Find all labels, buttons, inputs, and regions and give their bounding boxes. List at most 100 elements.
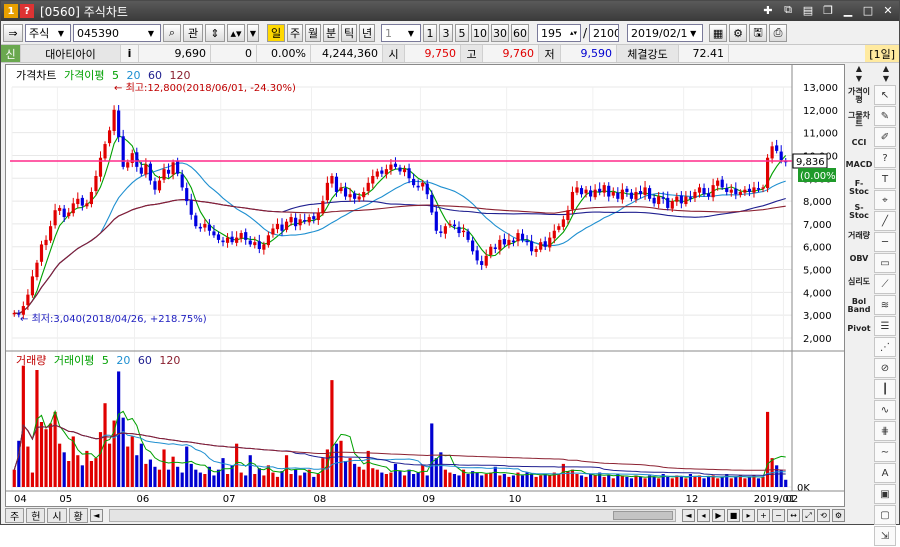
- minimize-icon[interactable]: ▁: [841, 3, 855, 17]
- help-tool-icon[interactable]: ?: [874, 148, 896, 168]
- trendline-icon[interactable]: ╱: [874, 211, 896, 231]
- indicator-ma[interactable]: 가격이평: [847, 84, 871, 108]
- nav-prev-icon[interactable]: ◂: [697, 509, 710, 522]
- candle-body: [148, 163, 152, 181]
- hline-icon[interactable]: ─: [874, 232, 896, 252]
- tab-1[interactable]: 주: [5, 508, 25, 523]
- close-icon[interactable]: ✕: [881, 3, 895, 17]
- help-icon[interactable]: ?: [20, 4, 34, 18]
- fit-icon[interactable]: ↔: [787, 509, 800, 522]
- nav-first-icon[interactable]: ◄: [682, 509, 695, 522]
- indicator-cci[interactable]: CCI: [847, 132, 871, 154]
- save-icon[interactable]: 🖫: [749, 24, 768, 42]
- interval-1-button[interactable]: 1: [423, 24, 437, 42]
- marker-icon[interactable]: ⌖: [874, 190, 896, 210]
- channel-icon[interactable]: ≋: [874, 295, 896, 315]
- nav-next-icon[interactable]: ▸: [742, 509, 755, 522]
- tab-2[interactable]: 헌: [26, 508, 46, 523]
- chart-area[interactable]: 13,00012,00011,00010,0009,0008,0007,0006…: [5, 64, 845, 507]
- screen-icon[interactable]: ▢: [874, 505, 896, 525]
- period-week-button[interactable]: 주: [287, 24, 303, 42]
- market-select[interactable]: 주식 ▼: [25, 24, 71, 42]
- grid-icon[interactable]: ▦: [709, 24, 728, 42]
- interval-3-button[interactable]: 3: [439, 24, 453, 42]
- chart-canvas[interactable]: 13,00012,00011,00010,0009,0008,0007,0006…: [6, 65, 844, 506]
- text-tool-icon[interactable]: T: [874, 169, 896, 189]
- tab-3[interactable]: 시: [47, 508, 67, 523]
- link-icon[interactable]: ⧉: [781, 3, 795, 17]
- ray-icon[interactable]: ⟋: [874, 274, 896, 294]
- horizontal-scrollbar[interactable]: [108, 509, 676, 522]
- interval-5-button[interactable]: 5: [455, 24, 469, 42]
- code-related-button[interactable]: 관: [183, 24, 203, 42]
- interval-30-button[interactable]: 30: [491, 24, 509, 42]
- transfer-icon[interactable]: ⇒: [3, 24, 23, 42]
- indicator-volume[interactable]: 거래량: [847, 224, 871, 248]
- scroll-left-icon[interactable]: ◄: [89, 509, 103, 522]
- copy-icon[interactable]: ❐: [821, 3, 835, 17]
- candle-tool-icon[interactable]: ┃: [874, 379, 896, 399]
- settings-icon[interactable]: ▤: [801, 3, 815, 17]
- scrollbar-thumb[interactable]: [613, 511, 673, 520]
- code-input[interactable]: 045390 ▼: [73, 24, 161, 42]
- gann-icon[interactable]: ⊘: [874, 358, 896, 378]
- export-icon[interactable]: ⇲: [874, 526, 896, 546]
- compare-icon[interactable]: ⇕: [205, 24, 225, 42]
- nav-play-icon[interactable]: ▶: [712, 509, 725, 522]
- bottom-settings-icon[interactable]: ⚙: [832, 509, 845, 522]
- period-month-button[interactable]: 월: [305, 24, 321, 42]
- nav-stop-icon[interactable]: ■: [727, 509, 740, 522]
- search-icon[interactable]: ⌕: [163, 24, 181, 42]
- pin-icon[interactable]: ✚: [761, 3, 775, 17]
- period-day-button[interactable]: 일: [267, 24, 285, 42]
- info-button[interactable]: i: [121, 45, 139, 62]
- dropdown-icon[interactable]: ▼: [247, 24, 259, 42]
- candle-body: [189, 200, 193, 215]
- reset-icon[interactable]: ⟲: [817, 509, 830, 522]
- zoom-out-icon[interactable]: −: [772, 509, 785, 522]
- cycle-icon[interactable]: ∼: [874, 442, 896, 462]
- fibonacci-icon[interactable]: ☰: [874, 316, 896, 336]
- period-minute-button[interactable]: 분: [323, 24, 339, 42]
- indicator-macd[interactable]: MACD: [846, 154, 873, 176]
- config-icon[interactable]: ⚙: [729, 24, 748, 42]
- wave-icon[interactable]: ∿: [874, 400, 896, 420]
- tool-scroll-down-icon[interactable]: ▼: [874, 74, 898, 84]
- grid-lines-icon[interactable]: ⋕: [874, 421, 896, 441]
- period-tick-button[interactable]: 틱: [341, 24, 357, 42]
- interval-10-button[interactable]: 10: [471, 24, 489, 42]
- auto-icon[interactable]: A: [874, 463, 896, 483]
- interval-select[interactable]: 1 ▼: [381, 24, 421, 42]
- brush-icon[interactable]: ✐: [874, 127, 896, 147]
- rectangle-icon[interactable]: ▭: [874, 253, 896, 273]
- window-tool-icon[interactable]: ▣: [874, 484, 896, 504]
- scroll-up-icon[interactable]: ▲: [847, 64, 871, 74]
- indicator-bolband[interactable]: Bol Band: [847, 294, 871, 318]
- indicator-pivot[interactable]: Pivot: [847, 318, 871, 340]
- tab-4[interactable]: 황: [68, 508, 88, 523]
- expand-icon[interactable]: ⤢: [802, 509, 815, 522]
- print-icon[interactable]: ⎙: [769, 24, 788, 42]
- maximize-icon[interactable]: □: [861, 3, 875, 17]
- eraser-icon[interactable]: ✎: [874, 106, 896, 126]
- indicator-sstoc[interactable]: S-Stoc: [847, 200, 871, 224]
- indicator-psychology[interactable]: 심리도: [847, 270, 871, 294]
- toolbar: ⇒ 주식 ▼ 045390 ▼ ⌕ 관 ⇕ ▴▾ ▼ 일 주 월 분 틱 년 1 ▼ …: [1, 22, 899, 44]
- period-year-button[interactable]: 년: [359, 24, 375, 42]
- zoom-in-icon[interactable]: +: [757, 509, 770, 522]
- indicator-net[interactable]: 그물차트: [847, 108, 871, 132]
- low-label: 저: [539, 45, 561, 62]
- indicator-fstoc[interactable]: F-Stoc: [847, 176, 871, 200]
- date-select[interactable]: 2019/02/11▼: [627, 24, 704, 42]
- candle-body: [112, 109, 116, 132]
- scroll-down-icon[interactable]: ▼: [847, 74, 871, 84]
- tool-scroll-up-icon[interactable]: ▲: [874, 64, 898, 74]
- indicator-obv[interactable]: OBV: [847, 248, 871, 270]
- count-input[interactable]: 195 ▴▾: [537, 24, 581, 42]
- volume-bar: [589, 474, 593, 487]
- fan-icon[interactable]: ⋰: [874, 337, 896, 357]
- pointer-icon[interactable]: ↖: [874, 85, 896, 105]
- volume-bar: [548, 475, 552, 487]
- interval-60-button[interactable]: 60: [511, 24, 529, 42]
- updown-icon[interactable]: ▴▾: [227, 24, 245, 42]
